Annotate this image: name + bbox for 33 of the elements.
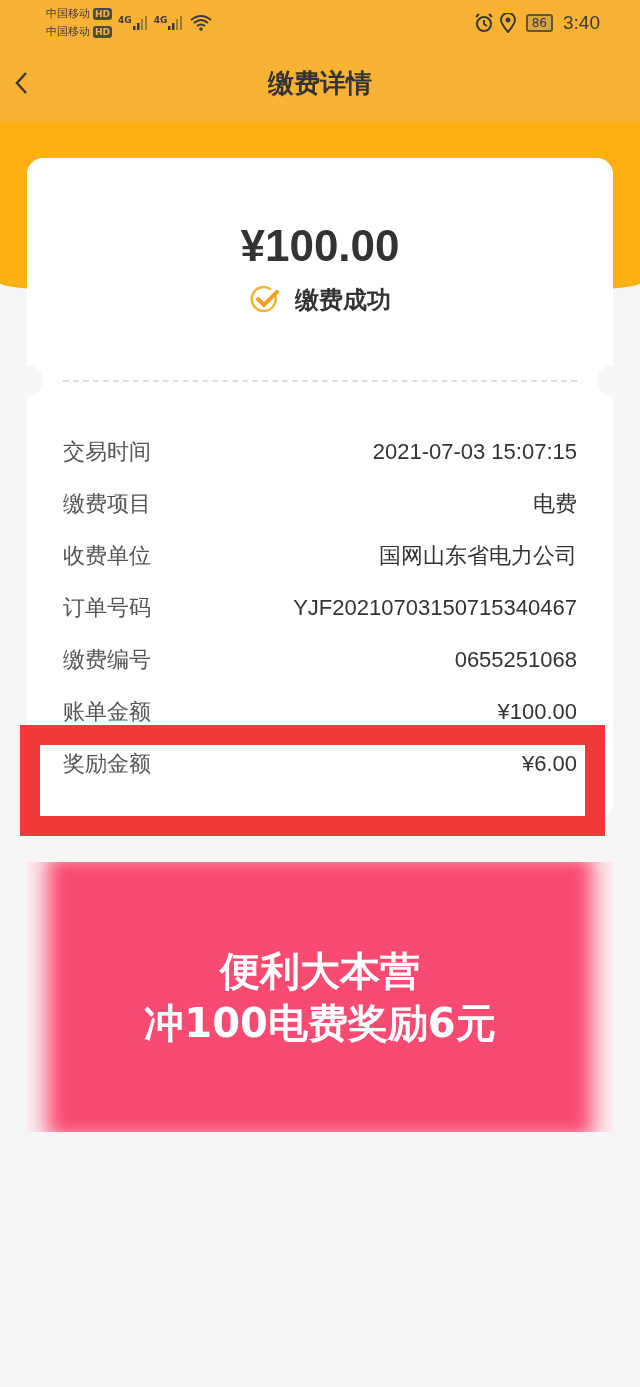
carrier-name: 中国移动: [46, 5, 90, 22]
promo-text: 冲100电费奖励6元: [144, 999, 496, 1048]
detail-label: 交易时间: [63, 438, 151, 466]
payment-amount: ¥100.00: [239, 220, 401, 272]
hd-badge: HD: [93, 25, 112, 38]
clock-time: 3:40: [563, 11, 600, 34]
detail-value: 0655251068: [454, 646, 577, 674]
payment-status: 缴费成功: [295, 285, 391, 316]
page-title: 缴费详情: [268, 67, 372, 100]
detail-value: 电费: [533, 490, 577, 518]
detail-value: ¥100.00: [497, 698, 577, 726]
detail-value: 2021-07-03 15:07:15: [372, 438, 577, 466]
detail-value: ¥6.00: [521, 750, 577, 778]
network-type: 4G: [118, 14, 132, 25]
detail-label: 收费单位: [63, 542, 151, 570]
promo-text: 便利大本营: [220, 947, 420, 996]
alarm-icon: [473, 12, 494, 33]
detail-label: 账单金额: [63, 698, 151, 726]
wifi-icon: [189, 13, 214, 32]
detail-label: 奖励金额: [63, 750, 151, 778]
detail-label: 缴费项目: [63, 490, 151, 518]
network-type: 4G: [153, 14, 168, 25]
carrier-name: 中国移动: [46, 23, 90, 40]
hd-badge: HD: [93, 7, 112, 20]
signal-icon: [167, 14, 184, 31]
detail-value: YJF20210703150715340467: [293, 594, 577, 622]
battery-indicator: 86: [525, 13, 553, 32]
detail-label: 订单号码: [63, 594, 151, 622]
promo-banner[interactable]: 便利大本营 冲100电费奖励6元: [27, 862, 613, 1132]
signal-icon: [131, 14, 148, 31]
detail-label: 缴费编号: [63, 646, 151, 674]
location-icon: [499, 12, 516, 33]
detail-value: 国网山东省电力公司: [379, 542, 577, 570]
